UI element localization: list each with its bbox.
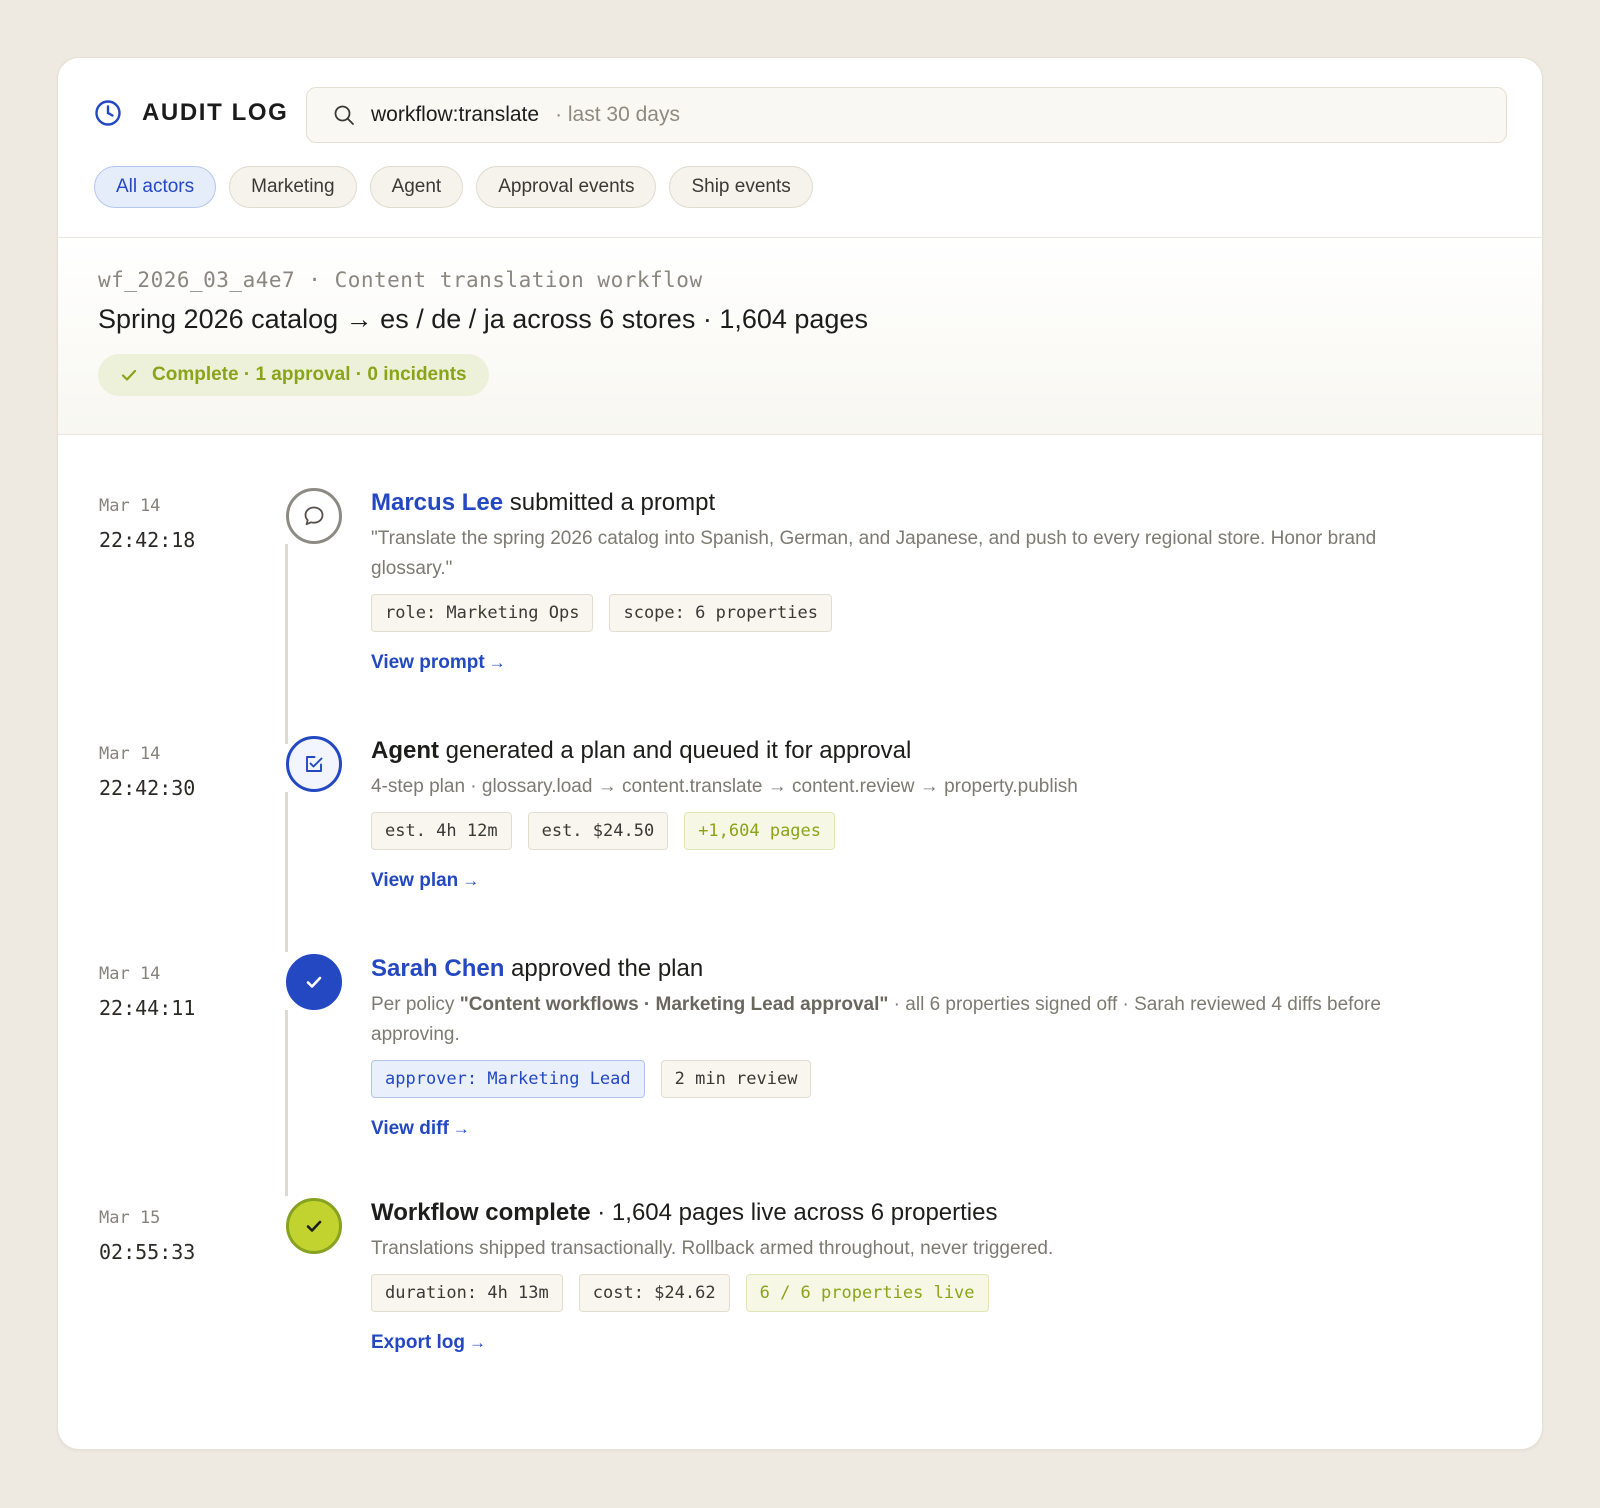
workflow-id: wf_2026_03_a4e7 · Content translation wo… — [98, 268, 703, 292]
checkbox-icon — [306, 756, 323, 772]
tag: scope: 6 properties — [609, 594, 832, 632]
chat-bubble-icon — [304, 506, 324, 526]
event-time: 22:44:11 — [99, 996, 196, 1020]
filter-chip-ship-events[interactable]: Ship events — [669, 166, 813, 208]
event-body: Agent generated a plan and queued it for… — [371, 736, 1441, 892]
workflow-summary: wf_2026_03_a4e7 · Content translation wo… — [58, 238, 1542, 434]
event-tags: approver: Marketing Lead 2 min review — [371, 1060, 1441, 1098]
brand: AUDIT LOG — [94, 85, 288, 141]
complete-node — [286, 1198, 342, 1254]
actor-link[interactable]: Sarah Chen — [371, 955, 504, 982]
event-description: 4-step plan · glossary.load → content.tr… — [371, 776, 1078, 797]
event-title: Agent generated a plan and queued it for… — [371, 736, 1441, 766]
page-background: AUDIT LOG workflow:translate · last 30 d… — [0, 0, 1600, 1508]
search-input[interactable]: workflow:translate · last 30 days — [306, 87, 1507, 143]
status-badge: Complete · 1 approval · 0 incidents — [98, 354, 489, 396]
event-title: Sarah Chen approved the plan — [371, 954, 1441, 984]
event-time: 22:42:18 — [99, 528, 196, 552]
event-description: Translations shipped transactionally. Ro… — [371, 1238, 1054, 1259]
arrow-icon: → — [488, 653, 506, 672]
actor-name: Agent — [371, 737, 439, 764]
event-timestamp: Mar 14 22:44:11 — [99, 964, 195, 1020]
view-prompt-link[interactable]: View prompt → — [371, 652, 506, 674]
event-date: Mar 14 — [99, 744, 161, 764]
search-icon — [334, 105, 354, 125]
event-action: approved the plan — [504, 955, 704, 982]
timeline-spine — [285, 792, 288, 952]
timeline-spine — [285, 1010, 288, 1196]
event-timestamp: Mar 14 22:42:18 — [99, 496, 195, 552]
event-time: 02:55:33 — [99, 1240, 196, 1264]
event-body: Marcus Lee submitted a prompt "Translate… — [371, 488, 1441, 674]
desc-prefix: Per policy — [371, 994, 460, 1015]
check-icon — [121, 369, 137, 381]
search-query: workflow:translate — [371, 103, 540, 126]
event-date: Mar 15 — [99, 1208, 161, 1228]
tag: 2 min review — [660, 1060, 812, 1098]
view-diff-link[interactable]: View diff → — [371, 1118, 470, 1140]
status-text: Complete · 1 approval · 0 incidents — [152, 364, 467, 385]
header: AUDIT LOG workflow:translate · last 30 d… — [58, 58, 1542, 238]
arrow-icon: → — [462, 871, 480, 890]
event-action: · 1,604 pages live across 6 properties — [590, 1199, 998, 1226]
arrow-icon: → — [468, 1333, 486, 1352]
filter-chip-all-actors[interactable]: All actors — [94, 166, 217, 208]
timeline-spine — [285, 544, 288, 744]
event-timestamp: Mar 15 02:55:33 — [99, 1208, 195, 1264]
tag: 6 / 6 properties live — [745, 1274, 989, 1312]
clock-icon — [95, 100, 121, 126]
check-icon — [306, 976, 322, 988]
event-tags: duration: 4h 13m cost: $24.62 6 / 6 prop… — [371, 1274, 1441, 1312]
plan-node — [286, 736, 342, 792]
filter-chips: All actors Marketing Agent Approval even… — [94, 166, 813, 208]
filter-chip-agent[interactable]: Agent — [369, 166, 464, 208]
view-plan-link[interactable]: View plan → — [371, 870, 479, 892]
event-tags: role: Marketing Ops scope: 6 properties — [371, 594, 1441, 632]
event-description: Per policy "Content workflows · Marketin… — [371, 990, 1441, 1050]
link-label: View plan — [371, 870, 459, 891]
tag: est. $24.50 — [527, 812, 669, 850]
actor-link[interactable]: Marcus Lee — [371, 489, 503, 516]
tag: role: Marketing Ops — [371, 594, 594, 632]
tag: duration: 4h 13m — [371, 1274, 563, 1312]
event-date: Mar 14 — [99, 964, 161, 984]
approval-node — [286, 954, 342, 1010]
link-label: View prompt — [371, 652, 485, 673]
arrow-icon: → — [452, 1119, 470, 1138]
link-label: View diff — [371, 1118, 449, 1139]
export-log-link[interactable]: Export log → — [371, 1332, 486, 1354]
policy-name: "Content workflows · Marketing Lead appr… — [459, 994, 889, 1015]
divider — [58, 434, 1542, 435]
tag: cost: $24.62 — [578, 1274, 730, 1312]
filter-chip-marketing[interactable]: Marketing — [229, 166, 357, 208]
link-label: Export log — [371, 1332, 465, 1353]
event-body: Sarah Chen approved the plan Per policy … — [371, 954, 1441, 1140]
event-title: Marcus Lee submitted a prompt — [371, 488, 1441, 518]
event-action: submitted a prompt — [503, 489, 716, 516]
event-date: Mar 14 — [99, 496, 161, 516]
prompt-node — [286, 488, 342, 544]
search-scope: · last 30 days — [555, 103, 680, 126]
event-title: Workflow complete · 1,604 pages live acr… — [371, 1198, 1441, 1228]
page-title: AUDIT LOG — [142, 99, 289, 126]
event-tags: est. 4h 12m est. $24.50 +1,604 pages — [371, 812, 1441, 850]
filter-chip-approval-events[interactable]: Approval events — [476, 166, 657, 208]
event-headline: Workflow complete — [371, 1199, 591, 1226]
event-time: 22:42:30 — [99, 776, 196, 800]
tag: approver: Marketing Lead — [371, 1060, 645, 1098]
tag: est. 4h 12m — [371, 812, 512, 850]
event-description: "Translate the spring 2026 catalog into … — [371, 528, 1377, 579]
audit-log-panel: AUDIT LOG workflow:translate · last 30 d… — [57, 57, 1543, 1450]
event-timestamp: Mar 14 22:42:30 — [99, 744, 195, 800]
tag: +1,604 pages — [684, 812, 836, 850]
event-body: Workflow complete · 1,604 pages live acr… — [371, 1198, 1441, 1354]
workflow-title: Spring 2026 catalog → es / de / ja acros… — [98, 304, 868, 334]
event-action: generated a plan and queued it for appro… — [439, 737, 912, 764]
check-icon — [306, 1220, 322, 1232]
